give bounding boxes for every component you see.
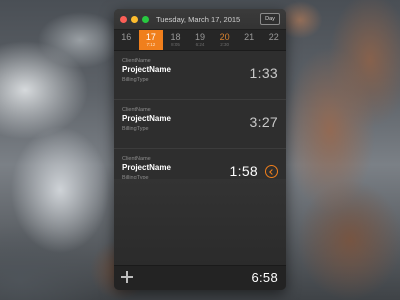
date-cell[interactable]: 18 8:05	[163, 30, 188, 50]
time-entry[interactable]: ClientName ProjectName BillingType 3:27	[114, 100, 286, 149]
date-cell[interactable]: 22	[261, 30, 286, 50]
project-name: ProjectName	[122, 163, 171, 172]
date-number: 16	[121, 32, 132, 42]
window-controls	[120, 16, 149, 23]
date-hours: 2:30	[220, 42, 229, 47]
empty-list-area	[114, 179, 286, 265]
client-name: ClientName	[122, 156, 151, 162]
date-cell[interactable]: 19 6:24	[188, 30, 213, 50]
date-number: 20	[219, 32, 230, 42]
date-hours: 6:24	[195, 42, 205, 47]
date-hours: 7:12	[146, 42, 156, 47]
close-button[interactable]	[120, 16, 127, 23]
date-number: 18	[170, 32, 181, 42]
day-view-button[interactable]: Day	[260, 13, 280, 25]
entry-duration: 1:33	[249, 65, 278, 81]
chevron-left-circle-icon[interactable]	[265, 165, 278, 178]
client-name: ClientName	[122, 107, 151, 113]
entry-duration: 3:27	[249, 114, 278, 130]
date-number: 17	[145, 32, 156, 42]
date-number: 19	[195, 32, 206, 42]
date-number: 22	[268, 32, 279, 42]
footer-bar: 6:58	[114, 265, 286, 290]
billing-type: BillingType	[122, 126, 149, 132]
title-bar: Tuesday, March 17, 2015 Day	[114, 9, 286, 30]
total-duration: 6:58	[251, 270, 278, 285]
zoom-button[interactable]	[142, 16, 149, 23]
plus-icon[interactable]	[120, 270, 134, 284]
billing-type: BillingType	[122, 77, 149, 83]
date-cell[interactable]: 21	[237, 30, 262, 50]
time-entry-list: ClientName ProjectName BillingType 1:33 …	[114, 51, 286, 198]
date-cell-selected[interactable]: 17 7:12	[138, 30, 164, 50]
minimize-button[interactable]	[131, 16, 138, 23]
project-name: ProjectName	[122, 65, 171, 74]
project-name: ProjectName	[122, 114, 171, 123]
entry-duration: 1:58	[229, 163, 258, 179]
date-cell[interactable]: 16	[114, 30, 139, 50]
time-entry[interactable]: ClientName ProjectName BillingType 1:33	[114, 51, 286, 100]
date-number: 21	[244, 32, 255, 42]
time-tracker-window: Tuesday, March 17, 2015 Day 16 17 7:12 1…	[114, 9, 286, 290]
date-hours: 8:05	[171, 42, 180, 47]
client-name: ClientName	[122, 58, 151, 64]
date-strip: 16 17 7:12 18 8:05 19 6:24 20 2:30 21 22	[114, 30, 286, 51]
window-title: Tuesday, March 17, 2015	[156, 15, 241, 24]
date-cell[interactable]: 20 2:30	[212, 30, 237, 50]
